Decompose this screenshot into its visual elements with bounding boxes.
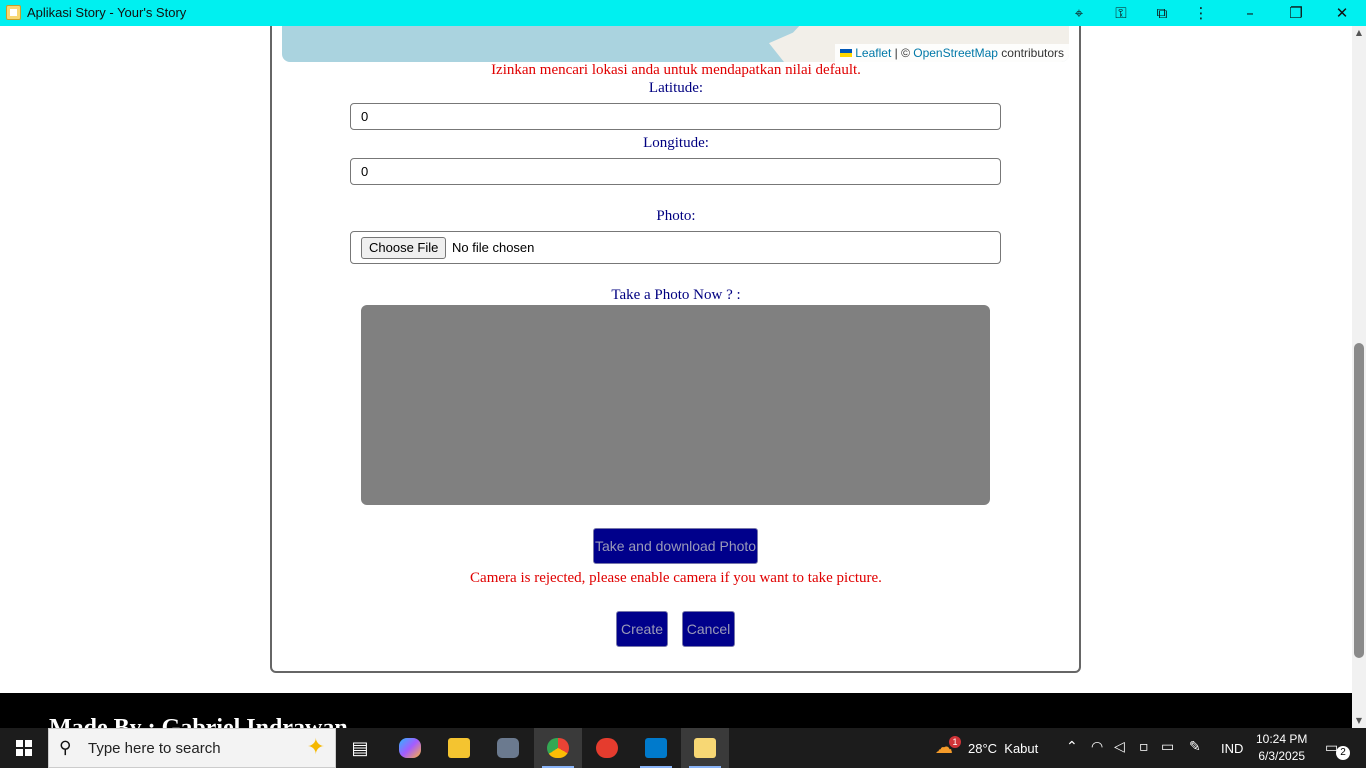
scroll-up-arrow-icon[interactable]: ▲ (1355, 29, 1363, 37)
app-icon (6, 5, 21, 20)
openstreetmap-link[interactable]: OpenStreetMap (913, 46, 998, 60)
windows-taskbar: ⚲ Type here to search ✦ ▤ ☁ 1 28°C Kabut… (0, 728, 1366, 768)
scroll-thumb[interactable] (1354, 343, 1364, 658)
vertical-scrollbar[interactable]: ▲ ▼ (1352, 26, 1366, 728)
weather-description: Kabut (1004, 740, 1039, 756)
pen-icon[interactable]: ✎ (1189, 739, 1201, 755)
window-title: Aplikasi Story - Your's Story (27, 5, 187, 20)
ukraine-flag-icon (840, 49, 853, 57)
story-app-icon[interactable] (681, 728, 729, 768)
search-placeholder: Type here to search (88, 740, 221, 757)
page-footer: Made By : Gabriel Indrawan (0, 693, 1352, 728)
vscode-icon[interactable] (632, 728, 680, 768)
key-icon[interactable]: ⚿ (1110, 3, 1132, 23)
photo-label: Photo: (656, 208, 696, 224)
clock-time: 10:24 PM (1256, 732, 1308, 746)
create-button[interactable]: Create (616, 611, 668, 647)
longitude-label: Longitude: (643, 135, 709, 151)
camera-app-icon[interactable] (484, 728, 532, 768)
extensions-icon[interactable]: ⧉ (1151, 3, 1173, 23)
photo-file-input[interactable]: Choose File No file chosen (350, 231, 1001, 264)
taskbar-search[interactable]: ⚲ Type here to search ✦ (48, 728, 336, 768)
take-download-photo-button[interactable]: Take and download Photo (593, 528, 758, 564)
latitude-label: Latitude: (648, 80, 704, 96)
wifi-icon[interactable]: ◠ (1091, 739, 1103, 755)
file-status: No file chosen (452, 240, 535, 255)
camera-preview (361, 305, 990, 505)
weather-temperature: 28°C (968, 740, 998, 756)
leaflet-link[interactable]: Leaflet (855, 46, 891, 60)
scroll-down-arrow-icon[interactable]: ▼ (1355, 717, 1363, 725)
minimize-icon[interactable]: – (1239, 3, 1261, 23)
latitude-input[interactable]: 0 (350, 103, 1001, 130)
copilot-icon[interactable] (386, 728, 434, 768)
taskbar-clock[interactable]: 10:24 PM 6/3/2025 (1256, 731, 1307, 765)
weather-badge: 1 (949, 736, 961, 748)
location-off-icon[interactable]: ⌖ (1068, 3, 1090, 23)
attribution-suffix: contributors (997, 46, 1064, 60)
take-photo-label: Take a Photo Now ? : (611, 287, 741, 303)
volume-icon[interactable]: ◁ (1114, 739, 1125, 755)
task-view-icon[interactable]: ▤ (336, 728, 384, 768)
notification-count: 2 (1336, 746, 1350, 760)
longitude-input[interactable]: 0 (350, 158, 1001, 185)
page-viewport: Leaflet | © OpenStreetMap contributors I… (0, 26, 1352, 728)
sparkle-icon: ✦ (306, 735, 325, 760)
camera-message: Camera is rejected, please enable camera… (470, 570, 882, 586)
clock-date: 6/3/2025 (1258, 749, 1306, 763)
restore-icon[interactable]: ❐ (1285, 3, 1307, 23)
map-attribution: Leaflet | © OpenStreetMap contributors (835, 44, 1069, 62)
more-icon[interactable]: ⋮ (1190, 3, 1212, 23)
window-titlebar: Aplikasi Story - Your's Story ⌖ ⚿ ⧉ ⋮ – … (0, 0, 1366, 26)
battery-icon[interactable]: ▭ (1161, 739, 1174, 755)
cancel-button[interactable]: Cancel (682, 611, 735, 647)
choose-file-button[interactable]: Choose File (361, 237, 447, 259)
location-map[interactable]: Leaflet | © OpenStreetMap contributors (282, 26, 1069, 62)
search-icon: ⚲ (59, 738, 72, 758)
close-icon[interactable]: ✕ (1331, 3, 1353, 23)
attribution-separator: | © (891, 46, 914, 60)
language-indicator[interactable]: IND (1221, 728, 1243, 768)
windows-logo-icon (16, 740, 32, 756)
file-explorer-icon[interactable] (435, 728, 483, 768)
wps-icon[interactable] (583, 728, 631, 768)
meet-now-icon[interactable]: ▫ (1139, 739, 1149, 755)
location-message: Izinkan mencari lokasi anda untuk mendap… (491, 62, 861, 78)
chevron-up-icon[interactable]: ⌃ (1066, 739, 1078, 755)
start-button[interactable] (0, 728, 48, 768)
chrome-icon[interactable] (534, 728, 582, 768)
weather-widget[interactable]: 28°C Kabut (968, 728, 1038, 768)
footer-text: Made By : Gabriel Indrawan (49, 715, 348, 728)
